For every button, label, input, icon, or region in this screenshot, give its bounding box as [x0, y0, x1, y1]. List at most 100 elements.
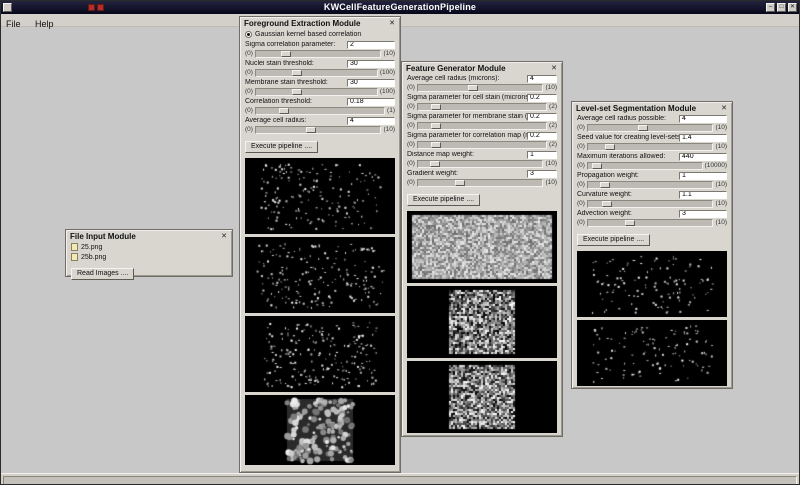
nuclei-channel-preview	[245, 158, 395, 234]
param-slider[interactable]	[254, 125, 382, 134]
param-label: Propagation weight:	[577, 172, 639, 179]
param-entry[interactable]	[347, 59, 395, 68]
file-list-item[interactable]: 25b.png	[71, 252, 227, 262]
panel-close-icon[interactable]: ✕	[720, 105, 728, 113]
slider-handle[interactable]	[430, 122, 441, 129]
correlation-feature-preview	[407, 361, 557, 433]
param-entry[interactable]	[679, 114, 727, 123]
slider-max-label: (10)	[715, 123, 727, 131]
param-slider[interactable]	[586, 161, 703, 170]
panel-close-icon[interactable]: ✕	[550, 65, 558, 73]
slider-min-label: (0)	[577, 142, 585, 150]
param-label: Average cell radius possible:	[577, 115, 666, 122]
slider-handle[interactable]	[280, 50, 291, 57]
param-entry[interactable]	[347, 116, 395, 125]
membrane-feature-preview	[407, 286, 557, 358]
slider-handle[interactable]	[430, 141, 441, 148]
param-slider[interactable]	[416, 140, 548, 149]
param-slider[interactable]	[254, 106, 386, 115]
slider-min-label: (0)	[407, 102, 415, 110]
param-slider[interactable]	[416, 178, 544, 187]
slider-handle[interactable]	[430, 103, 441, 110]
minimize-button[interactable]: –	[766, 3, 775, 12]
slider-max-label: (2)	[549, 140, 557, 148]
slider-handle[interactable]	[592, 162, 603, 169]
param-entry[interactable]	[527, 112, 557, 121]
param-slider[interactable]	[586, 142, 714, 151]
feature-generator-panel: Feature Generator Module ✕ Average cell …	[401, 61, 563, 437]
menu-file[interactable]: File	[1, 18, 26, 30]
param-entry[interactable]	[679, 171, 727, 180]
slider-min-label: (0)	[407, 140, 415, 148]
param-slider[interactable]	[586, 218, 714, 227]
slider-handle[interactable]	[467, 84, 478, 91]
slider-max-label: (2)	[549, 102, 557, 110]
slider-handle[interactable]	[292, 88, 303, 95]
param-label: Nuclei stain threshold:	[245, 60, 314, 67]
param-entry[interactable]	[347, 78, 395, 87]
slider-max-label: (100)	[379, 87, 395, 95]
slider-handle[interactable]	[605, 143, 616, 150]
param-label: Distance map weight:	[407, 151, 474, 158]
slider-handle[interactable]	[305, 126, 316, 133]
param-slider[interactable]	[254, 87, 378, 96]
param-entry[interactable]	[679, 209, 727, 218]
slider-handle[interactable]	[292, 69, 303, 76]
param-entry[interactable]	[527, 150, 557, 159]
file-list-item[interactable]: 25.png	[71, 242, 227, 252]
param-entry[interactable]	[679, 152, 727, 161]
slider-handle[interactable]	[625, 219, 636, 226]
param-slider[interactable]	[416, 83, 544, 92]
param-slider[interactable]	[586, 180, 714, 189]
panel-close-icon[interactable]: ✕	[388, 20, 396, 28]
param-slider[interactable]	[416, 121, 548, 130]
membrane-channel-preview	[245, 237, 395, 313]
levelset-segmentation-panel: Level-set Segmentation Module ✕ Average …	[571, 101, 733, 389]
param-entry[interactable]	[527, 131, 557, 140]
param-curvature-weight: Curvature weight: (0) (10)	[577, 190, 727, 208]
execute-pipeline-button[interactable]: Execute pipeline ....	[245, 141, 319, 153]
radio-label: Gaussian kernel based correlation	[255, 31, 362, 38]
slider-handle[interactable]	[430, 160, 441, 167]
title-bar[interactable]: KWCellFeatureGenerationPipeline – □ ✕	[1, 1, 799, 14]
param-nuclei-threshold: Nuclei stain threshold: (0) (100)	[245, 59, 395, 77]
param-entry[interactable]	[527, 74, 557, 83]
execute-pipeline-button[interactable]: Execute pipeline ....	[577, 234, 651, 246]
slider-handle[interactable]	[455, 179, 466, 186]
param-slider[interactable]	[254, 68, 378, 77]
slider-max-label: (10)	[383, 49, 395, 57]
slider-handle[interactable]	[279, 107, 289, 114]
slider-handle[interactable]	[637, 124, 648, 131]
param-entry[interactable]	[527, 93, 557, 102]
param-label: Membrane stain threshold:	[245, 79, 328, 86]
slider-handle[interactable]	[601, 200, 612, 207]
slider-min-label: (0)	[577, 218, 585, 226]
slider-min-label: (0)	[407, 121, 415, 129]
menu-help[interactable]: Help	[30, 18, 59, 30]
read-images-button[interactable]: Read Images ....	[71, 268, 135, 280]
param-entry[interactable]	[347, 40, 395, 49]
slider-max-label: (10)	[715, 142, 727, 150]
param-entry[interactable]	[679, 190, 727, 199]
param-entry[interactable]	[527, 169, 557, 178]
panel-close-icon[interactable]: ✕	[220, 233, 228, 241]
gaussian-correlation-radio[interactable]: Gaussian kernel based correlation	[245, 29, 395, 40]
window-title: KWCellFeatureGenerationPipeline	[323, 2, 477, 12]
slider-max-label: (10)	[545, 83, 557, 91]
param-slider[interactable]	[586, 199, 714, 208]
param-slider[interactable]	[416, 159, 544, 168]
execute-pipeline-button[interactable]: Execute pipeline ....	[407, 194, 481, 206]
param-slider[interactable]	[586, 123, 714, 132]
slider-min-label: (0)	[245, 106, 253, 114]
param-entry[interactable]	[347, 97, 395, 106]
close-button[interactable]: ✕	[788, 3, 797, 12]
window-menu-button[interactable]	[3, 3, 12, 12]
param-advection-weight: Advection weight: (0) (10)	[577, 209, 727, 227]
param-seed-value: Seed value for creating level-sets: (0) …	[577, 133, 727, 151]
slider-min-label: (0)	[577, 161, 585, 169]
param-slider[interactable]	[416, 102, 548, 111]
maximize-button[interactable]: □	[777, 3, 786, 12]
slider-handle[interactable]	[600, 181, 611, 188]
param-slider[interactable]	[254, 49, 382, 58]
param-entry[interactable]	[679, 133, 727, 142]
